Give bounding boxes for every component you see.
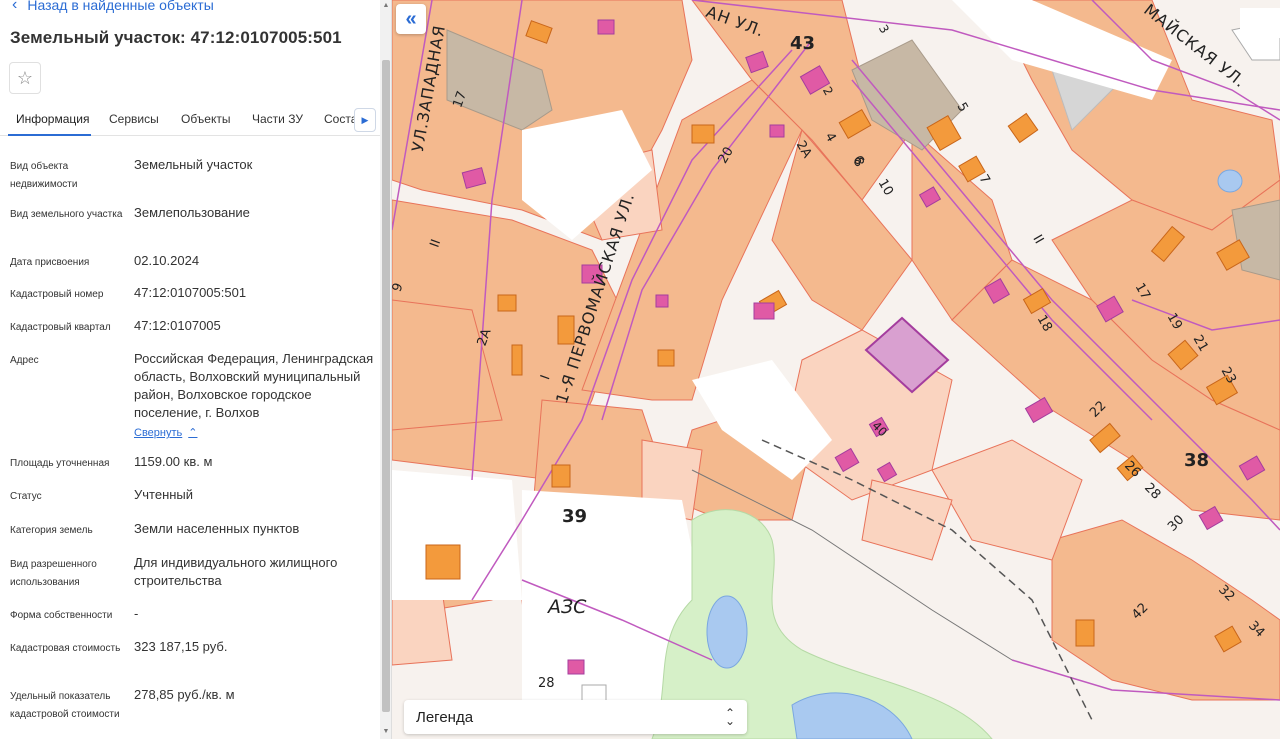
tab-composition-clip: Состав (324, 104, 354, 134)
info-label: Вид разрешенного использования (10, 559, 97, 588)
house-number: 43 (790, 33, 816, 54)
info-label: Кадастровый номер (10, 289, 104, 300)
info-value: 323 187,15 руб. (134, 639, 228, 654)
info-value: Землепользование (134, 205, 250, 220)
panel-scrollbar[interactable]: ▲ ▼ (380, 0, 391, 739)
info-label: Удельный показатель кадастровой стоимост… (10, 691, 120, 720)
info-value: 02.10.2024 (134, 253, 200, 268)
scroll-up-icon[interactable]: ▲ (382, 2, 390, 9)
sort-arrows-icon: ⌃ ⌄ (724, 706, 735, 728)
info-value: 47:12:0107005:501 (134, 285, 247, 300)
tab-services[interactable]: Сервисы (109, 112, 159, 126)
collapse-link[interactable]: Свернуть ⌃ (134, 424, 197, 442)
info-label: Статус (10, 491, 42, 502)
info-value: Для индивидуального жилищного строительс… (134, 555, 338, 588)
chevron-left-icon: ‹ (12, 0, 18, 13)
chevron-up-icon: ⌃ (188, 427, 198, 439)
info-label: Кадастровая стоимость (10, 643, 121, 654)
info-value: Учтенный (134, 487, 194, 502)
info-value: 47:12:0107005 (134, 318, 221, 333)
map-canvas (392, 0, 1280, 739)
info-label: Вид земельного участка (10, 209, 123, 220)
scroll-thumb[interactable] (382, 60, 390, 712)
info-label: Вид объекта недвижимости (10, 161, 78, 190)
triangle-right-icon: ▶ (361, 114, 369, 125)
map-control-box[interactable] (1240, 8, 1280, 38)
house-number: 38 (1184, 450, 1210, 471)
favorite-button[interactable]: ☆ (9, 62, 41, 94)
info-label: Площадь уточненная (10, 458, 110, 469)
tab-composition[interactable]: Состав (324, 112, 354, 126)
house-number: 28 (538, 676, 555, 691)
tab-parts[interactable]: Части ЗУ (252, 112, 303, 126)
back-link[interactable]: ‹ Назад в найденные объекты (12, 0, 214, 14)
double-chevron-left-icon: « (405, 7, 417, 30)
legend-dropdown[interactable]: Легенда ⌃ ⌄ (404, 700, 747, 734)
info-label: Адрес (10, 355, 39, 366)
page-title: Земельный участок: 47:12:0107005:501 (10, 28, 342, 47)
info-value: 1159.00 кв. м (134, 454, 213, 469)
info-label: Категория земель (10, 525, 93, 536)
scroll-down-icon[interactable]: ▼ (382, 728, 390, 735)
info-label: Форма собственности (10, 610, 113, 621)
azs-label: АЗС (548, 596, 587, 618)
back-link-label: Назад в найденные объекты (27, 0, 214, 13)
info-value: 278,85 руб./кв. м (134, 687, 235, 702)
star-icon: ☆ (16, 67, 34, 88)
tabs-scroll-right-button[interactable]: ▶ (354, 108, 376, 132)
info-value: - (134, 606, 139, 621)
info-label: Дата присвоения (10, 257, 90, 268)
house-number: 39 (562, 506, 588, 527)
info-value: Российская Федерация, Ленинградская обла… (134, 350, 374, 442)
info-value: Земли населенных пунктов (134, 521, 300, 536)
tab-bar: Информация Сервисы Объекты Части ЗУ (0, 104, 380, 136)
info-panel: ‹ Назад в найденные объекты Земельный уч… (0, 0, 392, 739)
collapse-panel-button[interactable]: « (396, 4, 426, 34)
legend-label: Легенда (416, 708, 474, 726)
collapse-link-label: Свернуть (134, 427, 183, 439)
cadastral-map[interactable]: УЛ.ЗАПАДНАЯ 1-Я ПЕРВОМАЙСКАЯ УЛ. АН УЛ. … (392, 0, 1280, 739)
tab-objects[interactable]: Объекты (181, 112, 231, 126)
tab-information[interactable]: Информация (16, 112, 89, 126)
active-tab-indicator (8, 134, 91, 136)
info-value: Земельный участок (134, 157, 253, 172)
address-text: Российская Федерация, Ленинградская обла… (134, 351, 374, 420)
info-label: Кадастровый квартал (10, 322, 111, 333)
